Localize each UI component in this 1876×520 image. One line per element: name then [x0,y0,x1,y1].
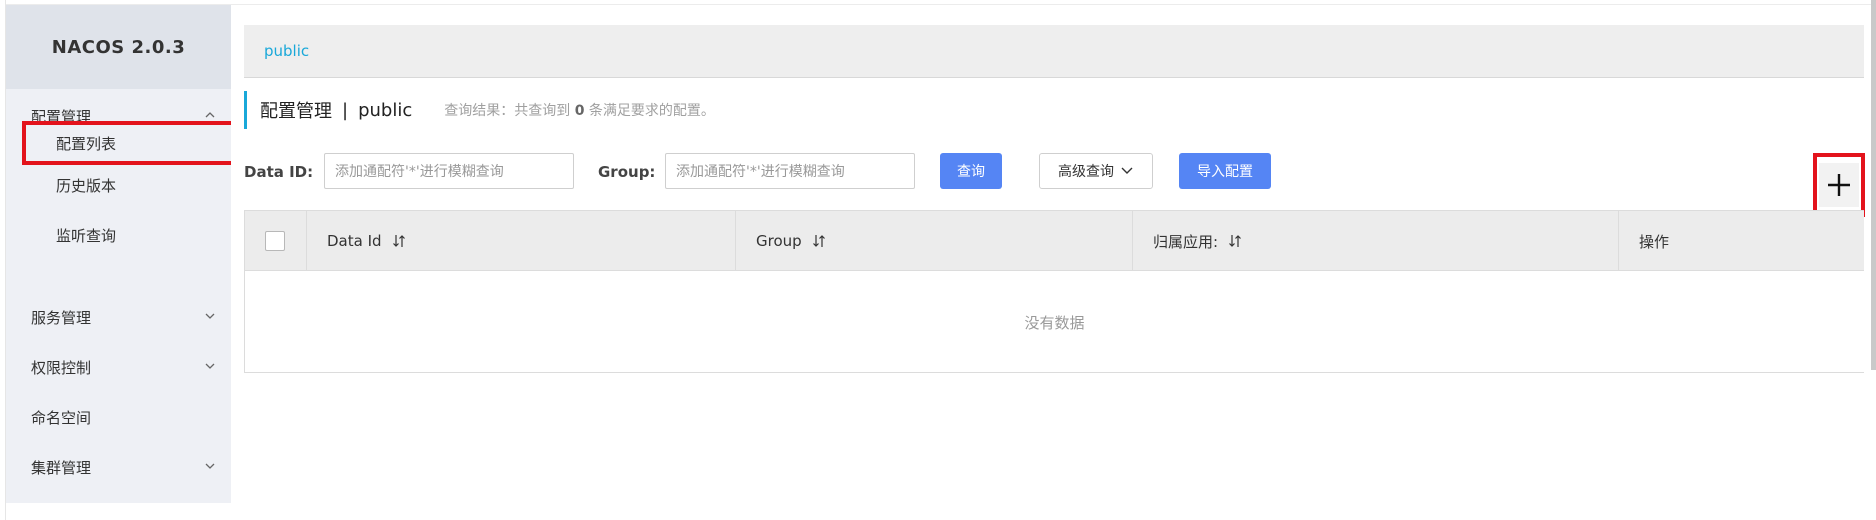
column-label: Data Id [327,232,382,250]
namespace-link-public[interactable]: public [264,42,309,60]
result-suffix: 条满足要求的配置。 [588,103,715,119]
chevron-down-icon [205,463,215,469]
group-label: Group: [598,163,656,181]
column-data-id[interactable]: Data Id [307,211,736,271]
sidebar-item-config-list[interactable]: 配置列表 [22,121,235,165]
sidebar-item-label: 权限控制 [31,358,92,377]
result-prefix: 查询结果：共查询到 [444,103,571,119]
plus-icon [1828,174,1850,196]
data-id-input[interactable]: 添加通配符'*'进行模糊查询 [324,153,574,189]
table-header: Data Id Group 归属应用: 操作 [245,211,1864,271]
namespace-bar: public [244,25,1864,78]
sidebar-item-label: 命名空间 [31,408,92,427]
advanced-query-label: 高级查询 [1058,164,1114,180]
chevron-up-icon [205,112,215,118]
filter-bar: Data ID: 添加通配符'*'进行模糊查询 Group: 添加通配符'*'进… [244,153,1864,193]
column-label: 操作 [1639,232,1670,251]
sidebar-item-label: 监听查询 [56,226,117,245]
page-title: 配置管理 | public 查询结果：共查询到 0 条满足要求的配置。 [244,91,715,129]
sidebar-item-access-control[interactable]: 权限控制 [6,347,231,387]
select-all-cell [245,211,307,271]
empty-state: 没有数据 [1024,313,1085,332]
sidebar-item-listener-query[interactable]: 监听查询 [6,215,231,255]
import-config-button[interactable]: 导入配置 [1179,153,1271,189]
sidebar-item-label: 服务管理 [31,308,92,327]
select-all-checkbox[interactable] [265,231,285,251]
add-button-surface [1819,163,1859,207]
column-label: 归属应用: [1153,232,1219,251]
chevron-down-icon [1121,167,1133,174]
sort-icon[interactable] [812,233,826,249]
sidebar-item-history[interactable]: 历史版本 [6,165,231,205]
column-label: Group [756,232,802,250]
config-table: Data Id Group 归属应用: 操作 没有数据 [244,210,1864,373]
main-content: public 配置管理 | public 查询结果：共查询到 0 条满足要求的配… [231,5,1871,520]
sidebar-item-label: 集群管理 [31,458,92,477]
sort-icon[interactable] [1228,233,1242,249]
sort-icon[interactable] [392,233,406,249]
brand-logo: NACOS 2.0.3 [6,5,231,89]
advanced-query-button[interactable]: 高级查询 [1039,153,1153,189]
column-group[interactable]: Group [736,211,1133,271]
group-input[interactable]: 添加通配符'*'进行模糊查询 [665,153,915,189]
page-title-namespace: public [358,99,413,121]
sidebar-item-label: 历史版本 [56,176,117,195]
add-config-button[interactable] [1813,153,1865,217]
result-count: 0 [574,103,585,119]
page-title-text: 配置管理 [260,101,332,122]
column-app[interactable]: 归属应用: [1133,211,1619,271]
sidebar-item-service-management[interactable]: 服务管理 [6,297,231,337]
sidebar-item-namespace[interactable]: 命名空间 [6,397,231,437]
sidebar: NACOS 2.0.3 配置管理 配置列表 历史版本 监听查询 服务管理 权限控… [6,5,235,503]
chevron-down-icon [205,363,215,369]
query-result-summary: 查询结果：共查询到 0 条满足要求的配置。 [444,100,715,120]
search-button[interactable]: 查询 [940,153,1002,189]
sidebar-item-cluster-management[interactable]: 集群管理 [6,447,231,487]
title-separator: | [342,99,349,121]
column-actions: 操作 [1619,211,1865,271]
vertical-scrollbar[interactable] [1871,0,1876,370]
data-id-label: Data ID: [244,163,314,181]
chevron-down-icon [205,313,215,319]
sidebar-item-label: 配置列表 [56,134,117,153]
